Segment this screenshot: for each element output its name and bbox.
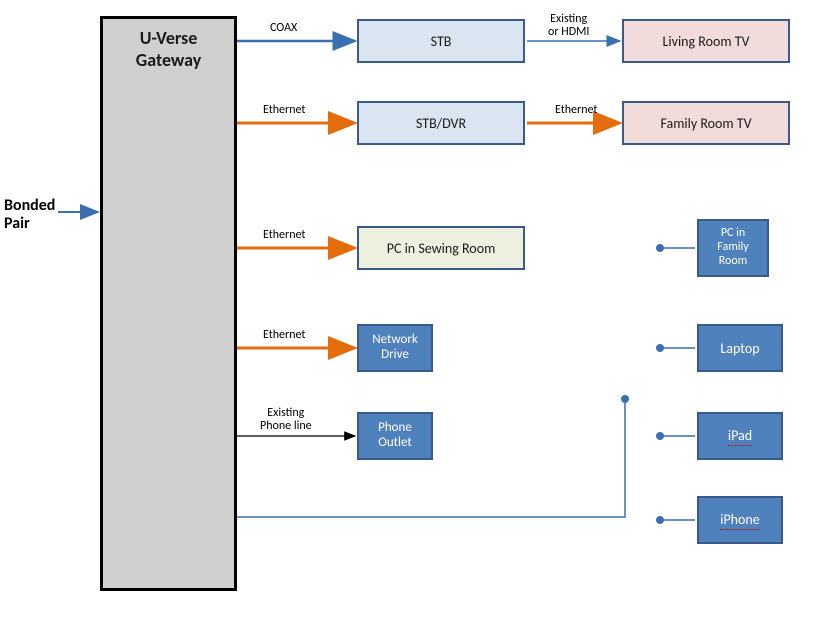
dvr-tv-label: Ethernet — [555, 104, 597, 117]
living-tv-box: Living Room TV — [622, 19, 790, 63]
sewing-pc-box: PC in Sewing Room — [357, 226, 525, 270]
ethernet1-label: Ethernet — [263, 104, 305, 117]
dvr-box: STB/DVR — [357, 101, 525, 145]
gateway-title: U-Verse Gateway — [113, 27, 224, 71]
ethernet3-label: Ethernet — [263, 329, 305, 342]
family-tv-text: Family Room TV — [660, 115, 751, 132]
net-drive-text: Network Drive — [372, 333, 418, 363]
ipad-box: iPad — [697, 412, 783, 460]
phone-outlet-box: Phone Outlet — [357, 412, 433, 460]
family-tv-box: Family Room TV — [622, 101, 790, 145]
net-drive-box: Network Drive — [357, 324, 433, 372]
ipad-text: iPad — [728, 427, 752, 446]
dvr-text: STB/DVR — [416, 115, 466, 132]
phone-outlet-text: Phone Outlet — [378, 421, 412, 451]
stb-box: STB — [357, 19, 525, 63]
bonded-pair-label: Bonded Pair — [4, 197, 55, 232]
sewing-pc-text: PC in Sewing Room — [387, 240, 496, 257]
phone-line-label: Existing Phone line — [260, 407, 312, 433]
ethernet2-label: Ethernet — [263, 229, 305, 242]
stb-tv-label: Existing or HDMI — [548, 13, 589, 39]
iphone-box: iPhone — [697, 496, 783, 544]
family-pc-text: PC in Family Room — [717, 227, 748, 268]
stb-text: STB — [431, 33, 452, 50]
living-tv-text: Living Room TV — [663, 33, 750, 50]
laptop-text: Laptop — [720, 340, 759, 357]
family-pc-box: PC in Family Room — [697, 219, 769, 277]
iphone-text: iPhone — [720, 511, 760, 530]
gateway-box: U-Verse Gateway — [100, 16, 237, 591]
laptop-box: Laptop — [697, 324, 783, 372]
coax-label: COAX — [270, 22, 297, 35]
